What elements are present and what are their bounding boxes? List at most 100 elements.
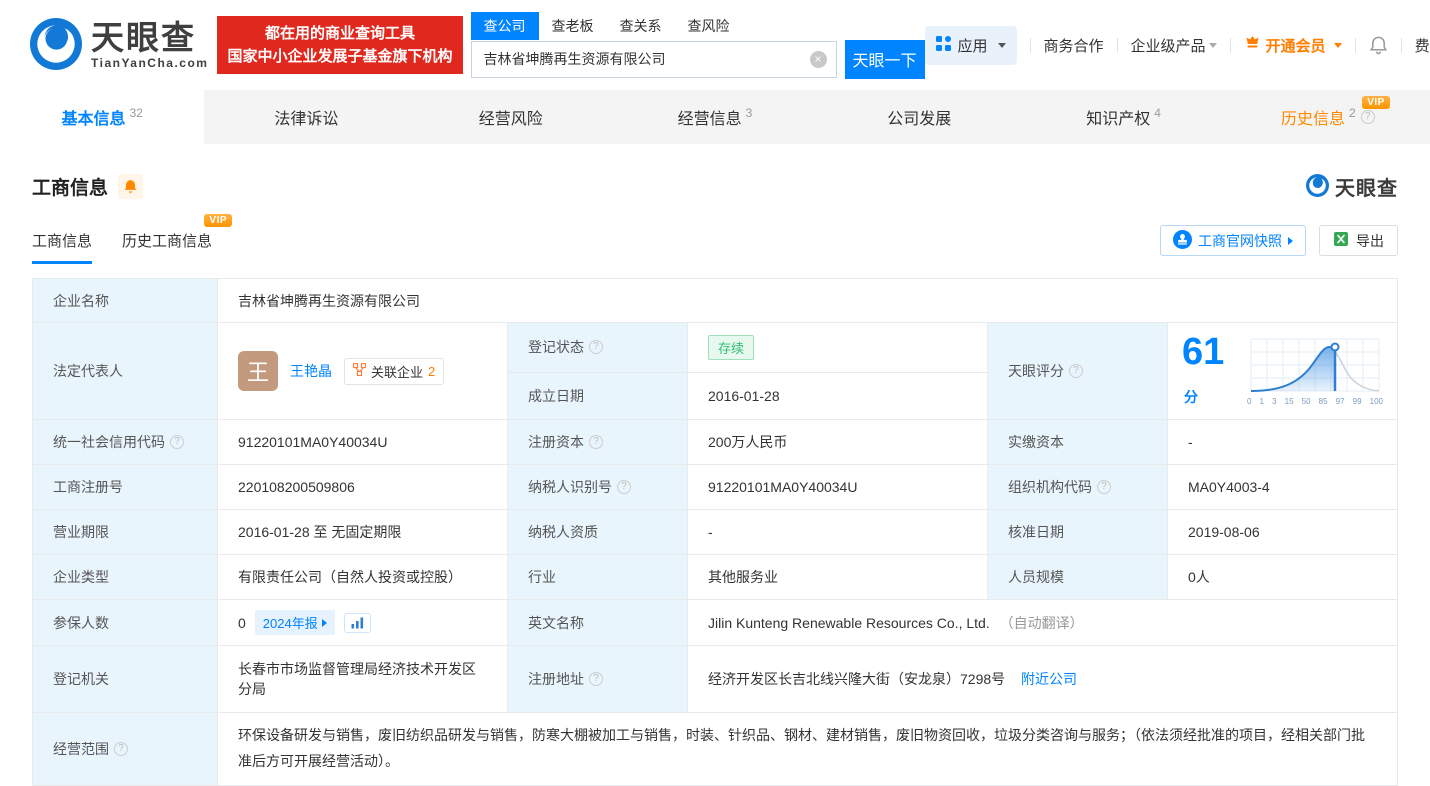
score-axis-ticks: 0131550859799100 [1247,397,1383,406]
related-companies-button[interactable]: 关联企业 2 [344,358,444,385]
vip-badge: VIP [1362,96,1390,109]
chevron-down-icon [1334,43,1342,48]
help-icon[interactable] [114,742,128,756]
tab-basic-info[interactable]: 基本信息 32 [0,90,204,144]
help-icon[interactable] [617,480,631,494]
table-row: 企业名称 吉林省坤腾再生资源有限公司 [33,279,1398,323]
company-nav-tabs: 基本信息 32 法律诉讼 经营风险 经营信息 3 公司发展 知识产权 4 VIP… [0,90,1430,144]
help-icon[interactable] [1069,364,1083,378]
approval-date-label: 核准日期 [988,510,1168,555]
taxpayer-id-label: 纳税人识别号 [508,465,688,510]
chevron-down-icon [1209,43,1217,48]
score-distribution-chart: 0131550859799100 [1247,337,1383,406]
divider [1401,38,1402,53]
reg-number-value: 220108200509806 [218,465,508,510]
notification-bell-icon[interactable] [1369,36,1388,55]
help-icon[interactable] [589,435,603,449]
reg-capital-value: 200万人民币 [688,420,988,465]
divider [1230,38,1231,53]
reg-status-value: 存续 [688,323,988,373]
help-icon[interactable] [170,435,184,449]
tab-legal-proceedings[interactable]: 法律诉讼 [204,90,408,144]
tab-label: 经营信息 [678,105,742,129]
org-code-label: 组织机构代码 [988,465,1168,510]
search-tab-risk[interactable]: 查风险 [675,12,743,40]
insured-trend-chart-button[interactable] [344,613,371,633]
legal-rep-label: 法定代表人 [33,323,218,420]
watermark-brand: 天眼查 [1335,172,1398,201]
table-row: 工商注册号 220108200509806 纳税人识别号 91220101MA0… [33,465,1398,510]
reg-address-label: 注册地址 [508,646,688,713]
apps-menu[interactable]: 应用 [925,26,1017,65]
approval-date-value: 2019-08-06 [1168,510,1398,555]
tianyan-score-value[interactable]: 61分 [1182,333,1233,409]
company-type-value: 有限责任公司（自然人投资或控股） [218,555,508,600]
table-row: 法定代表人 王 王艳晶 关联企业 2 登记状态 [33,323,1398,373]
search-tab-company[interactable]: 查公司 [471,12,539,40]
crown-icon [1244,36,1261,55]
tianyancha-logo[interactable]: 天眼查 TianYanCha.com [30,18,208,73]
brand-domain: TianYanCha.com [91,57,208,69]
tab-count: 2 [1349,106,1356,120]
tab-label: 公司发展 [887,105,951,129]
divider [1030,38,1031,53]
search-tab-relation[interactable]: 查关系 [607,12,675,40]
user-menu[interactable]: 费米 [1415,35,1430,56]
open-vip-label: 开通会员 [1266,35,1326,56]
stamp-icon [1173,230,1192,252]
tianyan-score-label: 天眼评分 [988,323,1168,420]
slogan-banner: 都在用的商业查询工具 国家中小企业发展子基金旗下机构 [217,16,462,75]
search-button[interactable]: 天眼一下 [845,40,925,79]
business-term-value: 2016-01-28 至 无固定期限 [218,510,508,555]
english-name-label: 英文名称 [508,600,688,646]
chevron-down-icon [998,43,1006,48]
tab-business-info[interactable]: 经营信息 3 [613,90,817,144]
help-icon[interactable] [1361,110,1375,124]
section-title: 工商信息 [32,173,108,200]
legal-rep-name-link[interactable]: 王艳晶 [290,361,332,381]
company-name-label: 企业名称 [33,279,218,323]
clear-icon[interactable] [810,51,827,68]
staff-size-label: 人员规模 [988,555,1168,600]
paid-capital-value: - [1168,420,1398,465]
tianyancha-logo-icon [30,18,82,73]
table-row: 企业类型 有限责任公司（自然人投资或控股） 行业 其他服务业 人员规模 0人 [33,555,1398,600]
search-input[interactable] [471,41,837,78]
table-row: 登记机关 长春市市场监督管理局经济技术开发区分局 注册地址 经济开发区长吉北线兴… [33,646,1398,713]
nearby-companies-link[interactable]: 附近公司 [1021,671,1077,687]
business-cooperation-link[interactable]: 商务合作 [1044,35,1104,56]
business-term-label: 营业期限 [33,510,218,555]
help-icon[interactable] [1097,480,1111,494]
subtab-business-registration[interactable]: 工商信息 [32,230,92,264]
help-icon[interactable] [589,340,603,354]
annual-report-label: 2024年报 [263,613,318,632]
tab-intellectual-property[interactable]: 知识产权 4 [1021,90,1225,144]
reg-authority-value: 长春市市场监督管理局经济技术开发区分局 [218,646,508,713]
staff-size-value: 0人 [1168,555,1398,600]
establish-date-value: 2016-01-28 [688,372,988,419]
enterprise-products-menu[interactable]: 企业级产品 [1131,35,1217,56]
avatar[interactable]: 王 [238,351,278,391]
open-vip-menu[interactable]: 开通会员 [1244,35,1342,56]
search-area: 查公司 查老板 查关系 查风险 天眼一下 [471,12,925,79]
industry-value: 其他服务业 [688,555,988,600]
taxpayer-quality-value: - [688,510,988,555]
snapshot-label: 工商官网快照 [1198,231,1282,251]
tianyancha-logo-icon [1306,174,1329,200]
tab-operating-risk[interactable]: 经营风险 [409,90,613,144]
export-button[interactable]: 导出 [1319,225,1398,256]
vip-badge: VIP [204,214,232,227]
tab-history-info[interactable]: VIP 历史信息 2 [1226,90,1430,144]
subtab-history-registration[interactable]: VIP 历史工商信息 [122,230,212,264]
grid-icon [936,36,951,55]
help-icon[interactable] [589,672,603,686]
tab-company-development[interactable]: 公司发展 [817,90,1021,144]
official-snapshot-button[interactable]: 工商官网快照 [1160,225,1306,256]
monitor-bell-icon[interactable] [118,174,143,199]
business-scope-label: 经营范围 [33,713,218,786]
company-type-label: 企业类型 [33,555,218,600]
org-code-value: MA0Y4003-4 [1168,465,1398,510]
annual-report-tag[interactable]: 2024年报 [255,610,335,635]
slogan-line-2: 国家中小企业发展子基金旗下机构 [227,45,452,68]
search-tab-boss[interactable]: 查老板 [539,12,607,40]
